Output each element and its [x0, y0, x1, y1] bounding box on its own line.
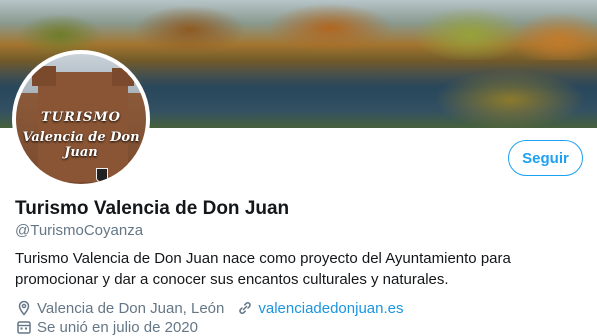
coat-of-arms-icon	[96, 168, 108, 182]
avatar-logo-line2: Valencia de Don Juan	[22, 130, 140, 160]
calendar-icon	[15, 318, 33, 336]
profile-avatar[interactable]: TURISMO Valencia de Don Juan	[12, 50, 150, 188]
profile-joined-row: Se unió en julio de 2020	[15, 318, 198, 336]
profile-handle: @TurismoCoyanza	[15, 222, 144, 239]
banner-riverbank	[420, 70, 597, 128]
link-icon	[236, 299, 254, 317]
profile-name: Turismo Valencia de Don Juan	[15, 198, 290, 219]
profile-location: Valencia de Don Juan, León	[37, 299, 225, 317]
profile-website-link[interactable]: valenciadedonjuan.es	[258, 300, 403, 317]
profile-bio: Turismo Valencia de Don Juan nace como p…	[15, 250, 511, 288]
follow-button[interactable]: Seguir	[508, 140, 583, 176]
avatar-logo-line1: TURISMO	[41, 110, 121, 125]
avatar-castle	[32, 66, 134, 182]
location-pin-icon	[15, 299, 33, 317]
profile-joined-date: Se unió en julio de 2020	[37, 318, 198, 336]
profile-meta-row: Valencia de Don Juan, León valenciadedon…	[15, 299, 404, 317]
